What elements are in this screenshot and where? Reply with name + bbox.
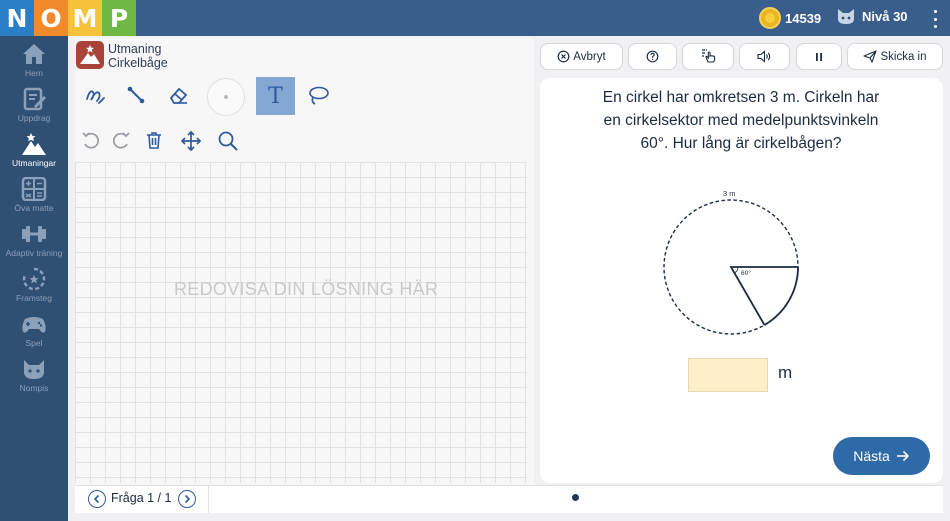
canvas-hint: REDOVISA DIN LÖSNING HÄR bbox=[174, 279, 439, 299]
chevron-left-icon bbox=[93, 494, 100, 504]
text-tool[interactable]: T bbox=[256, 77, 295, 115]
coin-count: 14539 bbox=[785, 10, 822, 26]
home-icon bbox=[23, 44, 45, 64]
drawing-canvas[interactable] bbox=[75, 162, 527, 483]
sidebar-item-label: Nompis bbox=[19, 383, 49, 393]
answer-unit: m bbox=[778, 363, 793, 382]
trash-icon bbox=[147, 132, 161, 149]
gamepad-icon bbox=[22, 317, 46, 333]
help-button[interactable] bbox=[628, 43, 677, 70]
cancel-button[interactable]: Avbryt bbox=[540, 43, 623, 70]
cancel-label: Avbryt bbox=[573, 50, 606, 63]
cat-avatar-icon bbox=[838, 9, 854, 24]
line-icon bbox=[127, 86, 145, 104]
calculator-icon bbox=[21, 177, 47, 201]
pen-tool[interactable] bbox=[82, 82, 108, 108]
search-icon bbox=[218, 131, 238, 151]
logo-letter-n: N bbox=[0, 0, 34, 36]
nompis-icon bbox=[24, 360, 44, 379]
hand-pointer-icon bbox=[701, 49, 715, 63]
brush-size-dot bbox=[224, 95, 228, 99]
assignment-icon bbox=[23, 87, 47, 111]
mountain-icon bbox=[22, 133, 46, 155]
logo-letter-p: P bbox=[102, 0, 136, 36]
angle-label: 60° bbox=[741, 269, 751, 277]
move-button[interactable] bbox=[178, 128, 204, 154]
arrow-right-icon bbox=[896, 450, 909, 462]
question-text: En cirkel har omkretsen 3 m. Cirkeln har… bbox=[602, 89, 880, 152]
next-label: Nästa bbox=[853, 448, 890, 464]
eraser-icon bbox=[169, 87, 188, 104]
sidebar-item-spel[interactable]: Spel bbox=[0, 312, 68, 357]
sidebar-item-label: Spel bbox=[25, 338, 43, 348]
close-circle-icon bbox=[557, 50, 570, 63]
sidebar-item-hem[interactable]: Hem bbox=[0, 42, 68, 87]
speaker-icon bbox=[757, 50, 771, 63]
mountain-icon bbox=[80, 45, 100, 64]
sidebar-item-adaptiv-traning[interactable]: Adaptiv träning bbox=[0, 222, 68, 267]
submit-label: Skicka in bbox=[880, 50, 927, 63]
progress-icon bbox=[22, 267, 46, 291]
pager-divider bbox=[208, 486, 209, 513]
pause-icon bbox=[816, 52, 822, 61]
redo-button[interactable] bbox=[110, 128, 134, 152]
sidebar-item-ova-matte[interactable]: Öva matte bbox=[0, 177, 68, 222]
send-icon bbox=[863, 50, 878, 63]
nomp-logo[interactable]: N O M P bbox=[0, 0, 136, 36]
dumbbell-icon bbox=[22, 226, 46, 242]
sector-arc bbox=[764, 266, 799, 326]
move-icon bbox=[180, 130, 202, 152]
audio-button[interactable] bbox=[739, 43, 790, 70]
sidebar-item-uppdrag[interactable]: Uppdrag bbox=[0, 87, 68, 132]
sidebar-item-framsteg[interactable]: Framsteg bbox=[0, 267, 68, 312]
sidebar-item-label: Utmaningar bbox=[12, 158, 56, 168]
line-tool[interactable] bbox=[123, 82, 149, 108]
answer-input[interactable] bbox=[688, 358, 768, 392]
previous-question-button[interactable] bbox=[88, 490, 106, 508]
logo-letter-o: O bbox=[34, 0, 68, 36]
challenge-name: Cirkelbåge bbox=[108, 56, 168, 70]
sidebar-item-label: Hem bbox=[25, 68, 43, 78]
pause-button[interactable] bbox=[796, 43, 842, 70]
sidebar-item-label: Framsteg bbox=[16, 293, 52, 303]
challenge-title: Utmaning Cirkelbåge bbox=[108, 42, 168, 70]
delete-button[interactable] bbox=[142, 128, 166, 152]
eraser-tool[interactable] bbox=[165, 82, 191, 108]
coin-counter[interactable]: 14539 bbox=[759, 7, 821, 29]
sidebar-item-label: Adaptiv träning bbox=[5, 248, 63, 258]
sidebar-item-label: Uppdrag bbox=[17, 113, 51, 123]
lasso-tool[interactable] bbox=[305, 84, 331, 108]
help-icon bbox=[646, 50, 659, 63]
more-menu-icon[interactable] bbox=[930, 10, 940, 28]
circle-sector-figure: 60° 3 m bbox=[663, 189, 799, 335]
coin-icon bbox=[759, 7, 781, 29]
brush-size-picker[interactable] bbox=[207, 78, 245, 116]
sidebar-item-nompis[interactable]: Nompis bbox=[0, 357, 68, 402]
logo-letter-m: M bbox=[68, 0, 102, 36]
question-progress-dot[interactable] bbox=[572, 494, 579, 501]
level-indicator[interactable]: Nivå 30 bbox=[836, 7, 908, 25]
text-tool-icon: T bbox=[268, 83, 283, 109]
undo-icon bbox=[82, 132, 100, 149]
sidebar-item-utmaningar[interactable]: Utmaningar bbox=[0, 132, 68, 177]
challenge-badge bbox=[76, 41, 104, 69]
lasso-icon bbox=[309, 86, 329, 105]
next-question-button[interactable] bbox=[178, 490, 196, 508]
circumference-label: 3 m bbox=[723, 189, 736, 198]
sidebar-item-label: Öva matte bbox=[14, 203, 54, 213]
zoom-button[interactable] bbox=[215, 128, 241, 154]
chevron-right-icon bbox=[184, 494, 191, 504]
question-counter: Fråga 1 / 1 bbox=[111, 491, 172, 505]
submit-button[interactable]: Skicka in bbox=[847, 43, 943, 70]
manipulatives-button[interactable] bbox=[682, 43, 734, 70]
bottom-bar bbox=[75, 485, 943, 513]
next-button[interactable]: Nästa bbox=[833, 437, 930, 475]
redo-icon bbox=[112, 132, 130, 149]
undo-button[interactable] bbox=[78, 128, 102, 152]
pen-icon bbox=[86, 90, 105, 104]
challenge-type: Utmaning bbox=[108, 42, 162, 56]
level-label: Nivå 30 bbox=[862, 8, 908, 24]
